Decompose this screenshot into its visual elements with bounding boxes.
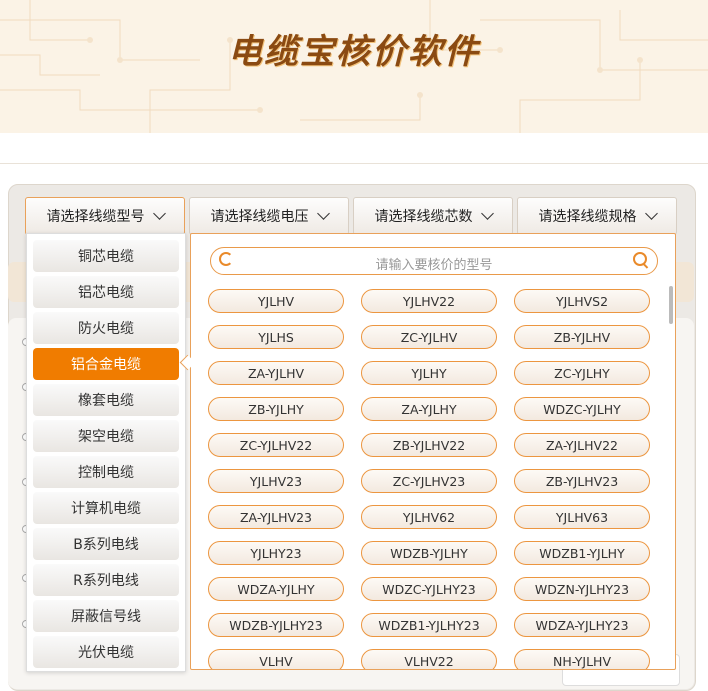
category-item[interactable]: 铝芯电缆 bbox=[33, 276, 179, 308]
model-option[interactable]: ZC-YJLHV bbox=[361, 325, 497, 349]
model-option[interactable]: ZC-YJLHV23 bbox=[361, 469, 497, 493]
model-option[interactable]: WDZC-YJLHY23 bbox=[361, 577, 497, 601]
cable-cores-dropdown-label: 请选择线缆芯数 bbox=[374, 209, 473, 225]
cable-spec-dropdown-label: 请选择线缆规格 bbox=[538, 209, 637, 225]
model-option[interactable]: YJLHV22 bbox=[361, 289, 497, 313]
category-item[interactable]: 橡套电缆 bbox=[33, 384, 179, 416]
chevron-down-icon bbox=[152, 207, 166, 220]
chevron-down-icon bbox=[644, 207, 658, 220]
model-option[interactable]: YJLHVS2 bbox=[514, 289, 650, 313]
model-option[interactable]: WDZN-YJLHY23 bbox=[514, 577, 650, 601]
chevron-down-icon bbox=[316, 207, 330, 220]
category-item-active[interactable]: 铝合金电缆 bbox=[33, 348, 179, 380]
chevron-down-icon bbox=[480, 207, 494, 220]
cable-voltage-dropdown-label: 请选择线缆电压 bbox=[210, 209, 309, 225]
model-option[interactable]: WDZB1-YJLHY23 bbox=[361, 613, 497, 637]
category-item[interactable]: 铜芯电缆 bbox=[33, 240, 179, 272]
category-list: 铜芯电缆 铝芯电缆 防火电缆 铝合金电缆 橡套电缆 架空电缆 控制电缆 计算机电… bbox=[26, 233, 186, 672]
category-item[interactable]: 计算机电缆 bbox=[33, 492, 179, 524]
model-option[interactable]: WDZA-YJLHY23 bbox=[514, 613, 650, 637]
cable-spec-dropdown[interactable]: 请选择线缆规格 bbox=[517, 197, 677, 235]
model-option[interactable]: YJLHY bbox=[361, 361, 497, 385]
category-item[interactable]: B系列电线 bbox=[33, 528, 179, 560]
cable-cores-dropdown[interactable]: 请选择线缆芯数 bbox=[353, 197, 513, 235]
model-option[interactable]: ZA-YJLHV23 bbox=[208, 505, 344, 529]
header-banner: 电缆宝核价软件 bbox=[0, 0, 708, 133]
app-title: 电缆宝核价软件 bbox=[228, 32, 480, 72]
model-option[interactable]: YJLHY23 bbox=[208, 541, 344, 565]
cable-type-dropdown[interactable]: 请选择线缆型号 bbox=[25, 197, 185, 235]
model-option[interactable]: YJLHV63 bbox=[514, 505, 650, 529]
cable-voltage-dropdown[interactable]: 请选择线缆电压 bbox=[189, 197, 349, 235]
model-option[interactable]: WDZB1-YJLHY bbox=[514, 541, 650, 565]
model-option[interactable]: ZA-YJLHY bbox=[361, 397, 497, 421]
model-option[interactable]: WDZA-YJLHY bbox=[208, 577, 344, 601]
cable-type-dropdown-label: 请选择线缆型号 bbox=[46, 209, 145, 225]
category-item[interactable]: R系列电线 bbox=[33, 564, 179, 596]
model-option[interactable]: VLHV22 bbox=[361, 649, 497, 669]
category-item[interactable]: 光伏电缆 bbox=[33, 636, 179, 668]
model-option[interactable]: YJLHS bbox=[208, 325, 344, 349]
model-panel: 请输入要核价的型号 YJLHV YJLHV22 YJLHVS2 YJLHS ZC-YJL… bbox=[190, 233, 676, 670]
model-option[interactable]: ZC-YJLHV22 bbox=[208, 433, 344, 457]
model-option[interactable]: NH-YJLHV bbox=[514, 649, 650, 669]
category-item[interactable]: 防火电缆 bbox=[33, 312, 179, 344]
model-search-field[interactable]: 请输入要核价的型号 bbox=[210, 247, 658, 275]
model-option[interactable]: ZC-YJLHY bbox=[514, 361, 650, 385]
model-option[interactable]: YJLHV23 bbox=[208, 469, 344, 493]
model-option[interactable]: WDZB-YJLHY23 bbox=[208, 613, 344, 637]
model-option[interactable]: ZA-YJLHV bbox=[208, 361, 344, 385]
category-item[interactable]: 屏蔽信号线 bbox=[33, 600, 179, 632]
model-option[interactable]: YJLHV bbox=[208, 289, 344, 313]
search-placeholder: 请输入要核价的型号 bbox=[375, 258, 493, 273]
search-icon[interactable] bbox=[633, 252, 647, 266]
model-option[interactable]: ZB-YJLHV23 bbox=[514, 469, 650, 493]
model-option[interactable]: ZB-YJLHV bbox=[514, 325, 650, 349]
model-option[interactable]: ZB-YJLHV22 bbox=[361, 433, 497, 457]
model-option[interactable]: YJLHV62 bbox=[361, 505, 497, 529]
model-option[interactable]: ZA-YJLHV22 bbox=[514, 433, 650, 457]
category-item[interactable]: 控制电缆 bbox=[33, 456, 179, 488]
model-option[interactable]: ZB-YJLHY bbox=[208, 397, 344, 421]
category-item[interactable]: 架空电缆 bbox=[33, 420, 179, 452]
model-option[interactable]: WDZB-YJLHY bbox=[361, 541, 497, 565]
scrollbar[interactable] bbox=[669, 286, 673, 324]
model-option[interactable]: VLHV bbox=[208, 649, 344, 669]
model-option[interactable]: WDZC-YJLHY bbox=[514, 397, 650, 421]
header-band bbox=[0, 133, 708, 164]
